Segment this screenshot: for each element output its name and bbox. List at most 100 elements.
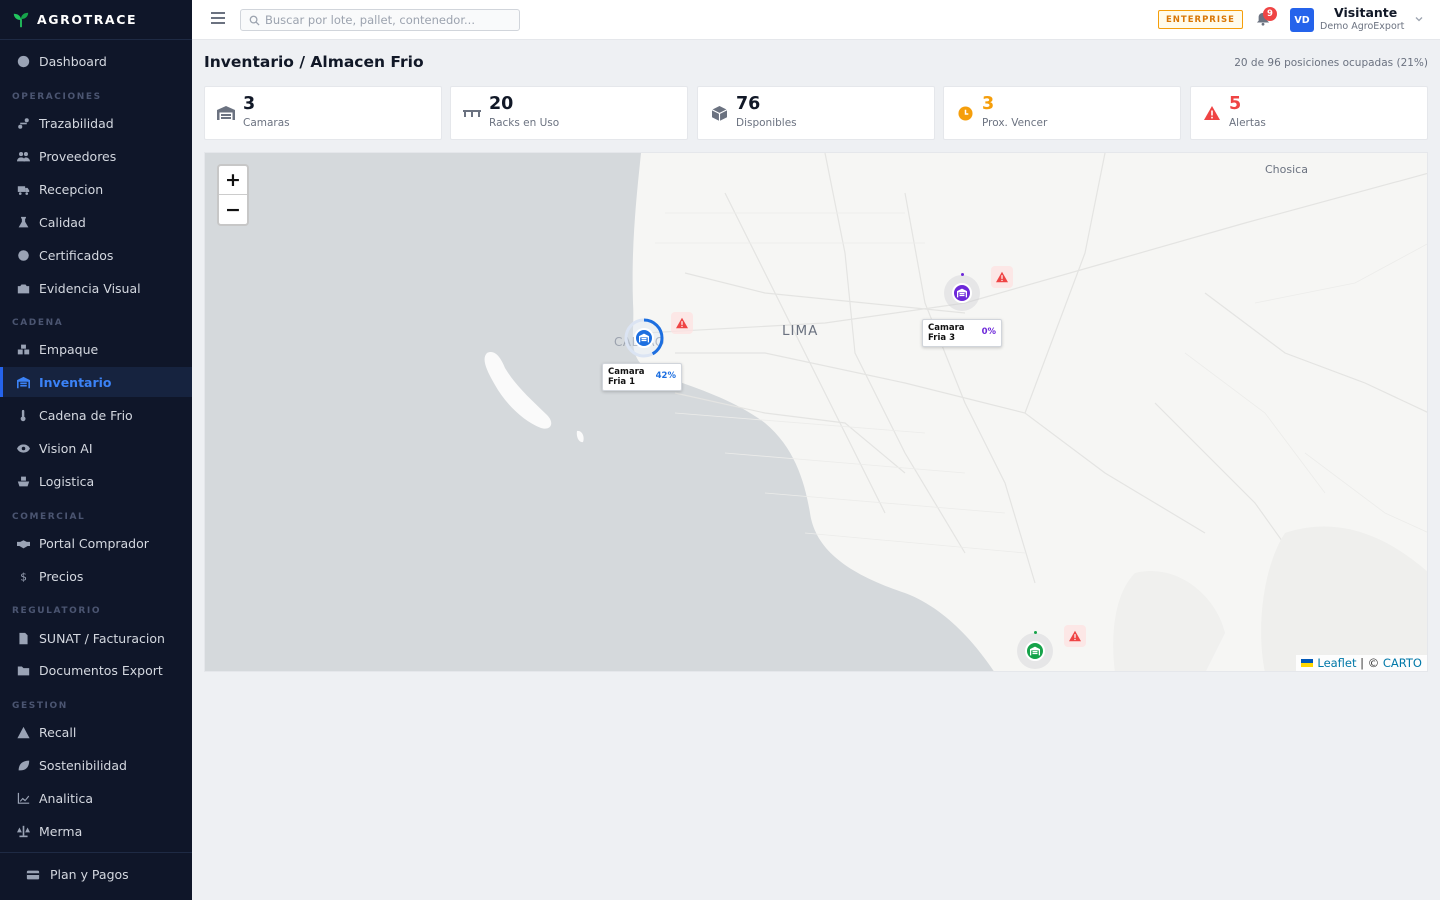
- section-gestion: GESTION: [12, 701, 68, 711]
- sidebar-item-label: Inventario: [39, 374, 112, 390]
- sidebar-item-analitica[interactable]: Analitica: [0, 783, 192, 813]
- sidebar-item-label: Merma: [39, 823, 83, 839]
- sidebar-item-label: Analitica: [39, 790, 93, 806]
- sidebar-item-cadena-frio[interactable]: Cadena de Frio: [0, 400, 192, 430]
- sidebar-item-precios[interactable]: $ Precios: [0, 561, 192, 591]
- search-icon: [249, 15, 260, 26]
- certificate-icon: [15, 247, 31, 263]
- alert-icon: [996, 271, 1008, 283]
- sidebar-item-label: Proveedores: [39, 148, 117, 164]
- stat-card-camaras: 3 Camaras: [204, 86, 442, 140]
- section-cadena: CADENA: [12, 318, 64, 328]
- sidebar-item-sostenibilidad[interactable]: Sostenibilidad: [0, 750, 192, 780]
- sidebar-item-inventario[interactable]: Inventario: [0, 367, 192, 397]
- sidebar-item-recall[interactable]: Recall: [0, 717, 192, 747]
- section-operaciones: OPERACIONES: [12, 92, 102, 102]
- alert-icon: [676, 317, 688, 329]
- boxes-icon: [15, 341, 31, 357]
- sidebar-item-label: SUNAT / Facturacion: [39, 630, 165, 646]
- folder-icon: [15, 662, 31, 678]
- sidebar-item-certificados[interactable]: Certificados: [0, 240, 192, 270]
- search-box[interactable]: [240, 9, 520, 31]
- camera-marker-1[interactable]: [623, 317, 665, 359]
- warehouse-icon: [217, 105, 235, 121]
- sidebar-item-dashboard[interactable]: Dashboard: [0, 46, 192, 76]
- chevron-down-icon[interactable]: [1414, 14, 1424, 24]
- warehouse-icon: [15, 374, 31, 390]
- zoom-in-button[interactable]: +: [219, 166, 247, 195]
- occupancy-summary: 20 de 96 posiciones ocupadas (21%): [1234, 57, 1428, 69]
- ship-icon: [15, 473, 31, 489]
- sidebar-item-merma[interactable]: Merma: [0, 816, 192, 846]
- warehouse-icon: [634, 328, 654, 348]
- dashboard-icon: [15, 53, 31, 69]
- eye-icon: [15, 440, 31, 456]
- thermometer-icon: [15, 407, 31, 423]
- user-name[interactable]: Visitante: [1334, 5, 1397, 20]
- avatar[interactable]: VD: [1290, 8, 1314, 32]
- zoom-control: + −: [217, 164, 249, 226]
- brand[interactable]: AGROTRACE: [0, 0, 192, 40]
- stat-card-disponibles: 76 Disponibles: [697, 86, 935, 140]
- sidebar-item-proveedores[interactable]: Proveedores: [0, 141, 192, 171]
- map[interactable]: + − LIMA CALLAO Chosica Camara Fria 1 42…: [204, 152, 1428, 672]
- sidebar-item-calidad[interactable]: Calidad: [0, 207, 192, 237]
- camera-marker-2[interactable]: [1017, 633, 1053, 669]
- stat-label: Prox. Vencer: [982, 117, 1048, 129]
- search-input[interactable]: [265, 13, 510, 27]
- sidebar-item-documentos[interactable]: Documentos Export: [0, 655, 192, 685]
- map-attribution: Leaflet | © CARTO: [1296, 655, 1427, 671]
- sidebar-item-empaque[interactable]: Empaque: [0, 334, 192, 364]
- sidebar-item-sunat[interactable]: SUNAT / Facturacion: [0, 623, 192, 653]
- marker-dot: [961, 273, 964, 276]
- sidebar-item-label: Documentos Export: [39, 662, 163, 678]
- sidebar-item-evidencia[interactable]: Evidencia Visual: [0, 273, 192, 303]
- sprout-logo-icon: [13, 12, 29, 27]
- stat-value: 3: [243, 94, 256, 114]
- sidebar-item-label: Certificados: [39, 247, 114, 263]
- camera-occupancy: 0%: [981, 327, 996, 337]
- stat-card-racks: 20 Racks en Uso: [450, 86, 688, 140]
- warehouse-icon: [952, 283, 972, 303]
- stat-card-alertas: 5 Alertas: [1190, 86, 1428, 140]
- sidebar-item-label: Calidad: [39, 214, 86, 230]
- invoice-icon: [15, 630, 31, 646]
- camera-popup-1[interactable]: Camara Fria 1 42%: [602, 363, 682, 391]
- alert-icon: [1069, 630, 1081, 642]
- sidebar-item-portal[interactable]: Portal Comprador: [0, 528, 192, 558]
- sidebar-item-label: Empaque: [39, 341, 99, 357]
- carto-link[interactable]: CARTO: [1383, 656, 1422, 670]
- zoom-out-button[interactable]: −: [219, 195, 247, 224]
- camera-marker-3[interactable]: [944, 275, 980, 311]
- map-alert-3[interactable]: [1064, 625, 1086, 647]
- city-label-chosica: Chosica: [1265, 163, 1308, 176]
- sidebar-item-label: Precios: [39, 568, 84, 584]
- box-icon: [710, 105, 728, 121]
- sidebar-item-label: Sostenibilidad: [39, 757, 127, 773]
- handshake-icon: [15, 535, 31, 551]
- sidebar-item-label: Dashboard: [39, 53, 107, 69]
- sidebar-item-recepcion[interactable]: Recepcion: [0, 174, 192, 204]
- sidebar-item-label: Evidencia Visual: [39, 280, 141, 296]
- sidebar-item-label: Portal Comprador: [39, 535, 149, 551]
- camera-popup-3[interactable]: Camara Fria 3 0%: [922, 319, 1002, 347]
- menu-toggle-icon[interactable]: [211, 12, 225, 26]
- leaflet-link[interactable]: Leaflet: [1317, 656, 1356, 670]
- map-alert-2[interactable]: [991, 266, 1013, 288]
- dollar-icon: $: [15, 568, 31, 584]
- stat-value: 20: [489, 94, 514, 114]
- sidebar: AGROTRACE Dashboard OPERACIONES Trazabil…: [0, 0, 192, 900]
- sidebar-item-logistica[interactable]: Logistica: [0, 466, 192, 496]
- sidebar-item-vision-ai[interactable]: Vision AI: [0, 433, 192, 463]
- stat-card-prox-vencer: 3 Prox. Vencer: [943, 86, 1181, 140]
- brand-name: AGROTRACE: [37, 12, 138, 27]
- plan-pagos-button[interactable]: Plan y Pagos: [26, 867, 129, 882]
- sidebar-item-trazabilidad[interactable]: Trazabilidad: [0, 108, 192, 138]
- topbar: ENTERPRISE 9 VD Visitante Demo AgroExpor…: [192, 0, 1440, 40]
- sidebar-item-label: Recall: [39, 724, 77, 740]
- section-comercial: COMERCIAL: [12, 512, 86, 522]
- map-alert-1[interactable]: [671, 312, 693, 334]
- alert-icon: [1203, 105, 1221, 121]
- truck-icon: [15, 181, 31, 197]
- page-title: Inventario / Almacen Frio: [204, 53, 424, 71]
